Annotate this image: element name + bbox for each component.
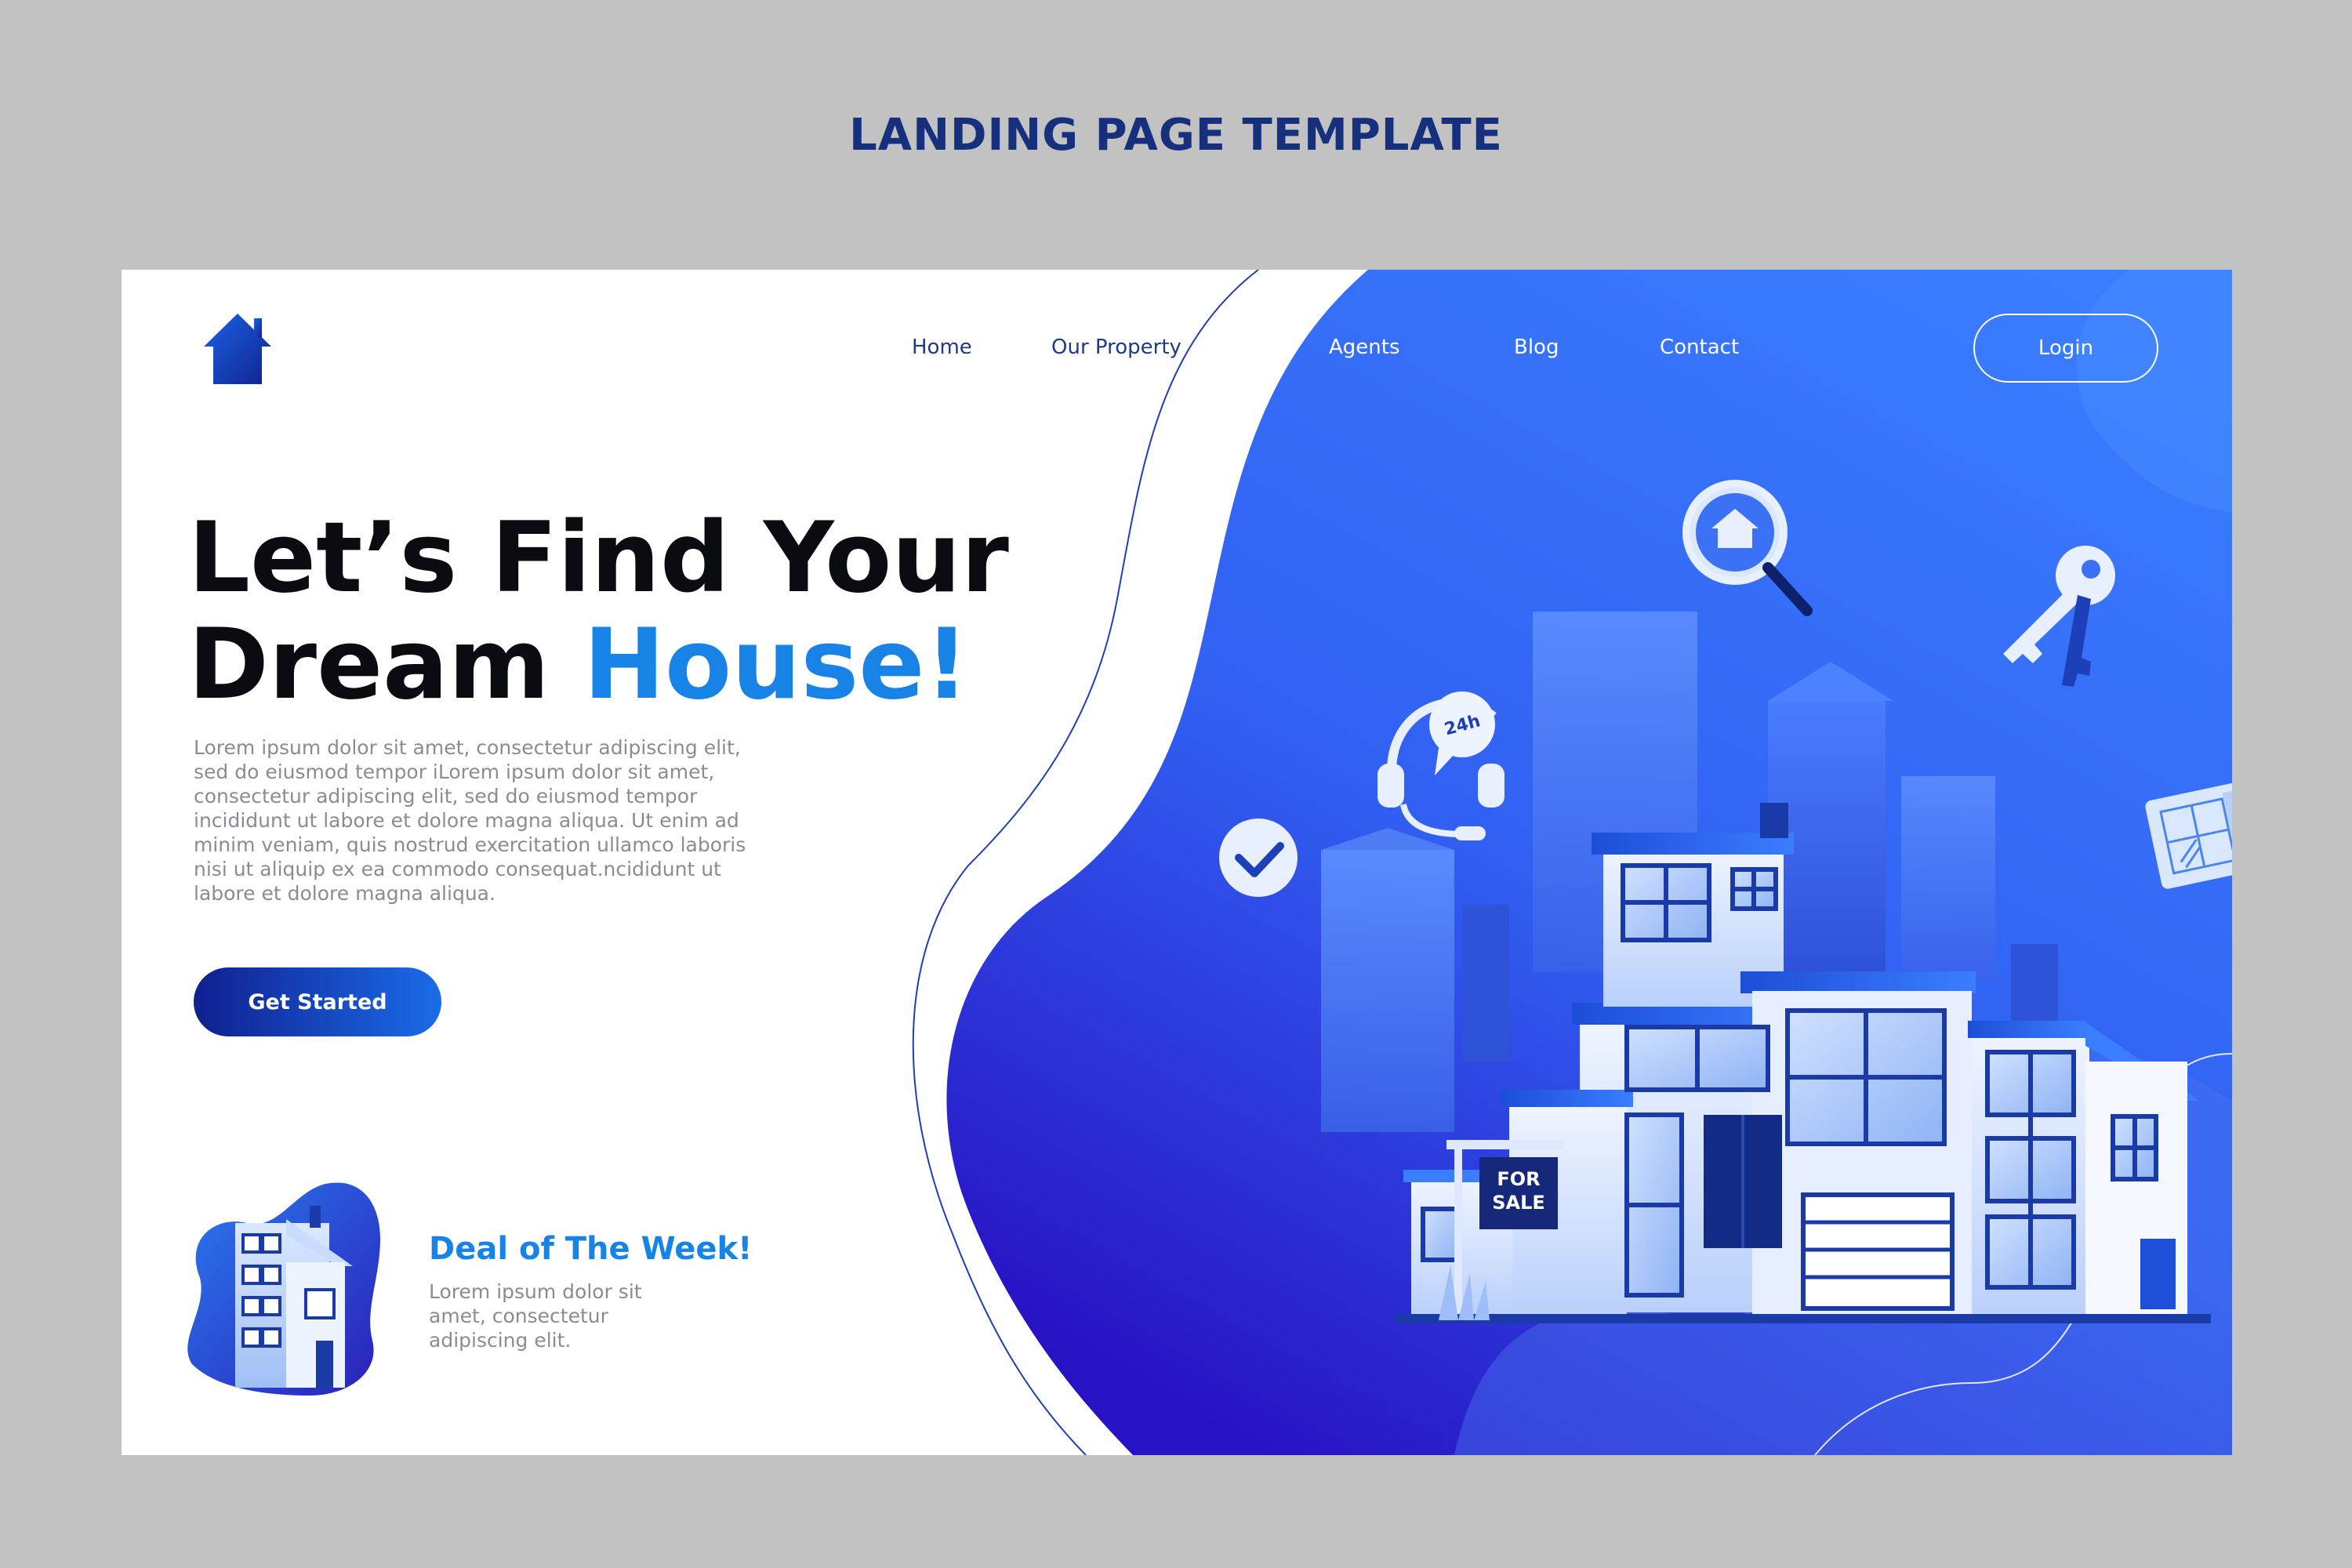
- landing-page-card: Home Our Property Agents Blog Contact Lo…: [122, 270, 2232, 1455]
- hero-illustration: FOR SALE 24h: [1219, 480, 2232, 1323]
- hero-title: Let’s Find Your Dream House!: [188, 505, 1129, 718]
- nav-agents[interactable]: Agents: [1329, 336, 1400, 359]
- checkmark-icon: [1219, 818, 1298, 897]
- blueprint-icon: [2145, 782, 2232, 889]
- house-logo-icon[interactable]: [204, 312, 271, 386]
- deal-title: Deal of The Week!: [429, 1231, 753, 1267]
- deal-description: Lorem ipsum dolor sit amet, consectetur …: [429, 1280, 642, 1352]
- hero-title-accent: House!: [583, 608, 969, 721]
- magnifier-house-icon: [1682, 480, 1813, 616]
- hero-title-line2: Dream: [188, 608, 584, 721]
- hero-description: Lorem ipsum dolor sit amet, consectetur …: [194, 736, 746, 905]
- deal-house-image: [187, 1182, 380, 1396]
- key-icon: [2003, 546, 2115, 687]
- nav-our-property[interactable]: Our Property: [1051, 336, 1181, 359]
- template-title: LANDING PAGE TEMPLATE: [849, 110, 1503, 161]
- login-button[interactable]: Login: [1973, 314, 2158, 383]
- headset-24h-icon: 24h: [1377, 691, 1504, 840]
- sale-sign-line1: FOR: [1497, 1168, 1540, 1190]
- hero-title-line1: Let’s Find Your: [188, 502, 1009, 615]
- nav-home[interactable]: Home: [912, 336, 972, 359]
- nav-blog[interactable]: Blog: [1514, 336, 1559, 359]
- get-started-button[interactable]: Get Started: [194, 967, 441, 1036]
- sale-sign-line2: SALE: [1492, 1192, 1545, 1214]
- nav-contact[interactable]: Contact: [1660, 336, 1739, 359]
